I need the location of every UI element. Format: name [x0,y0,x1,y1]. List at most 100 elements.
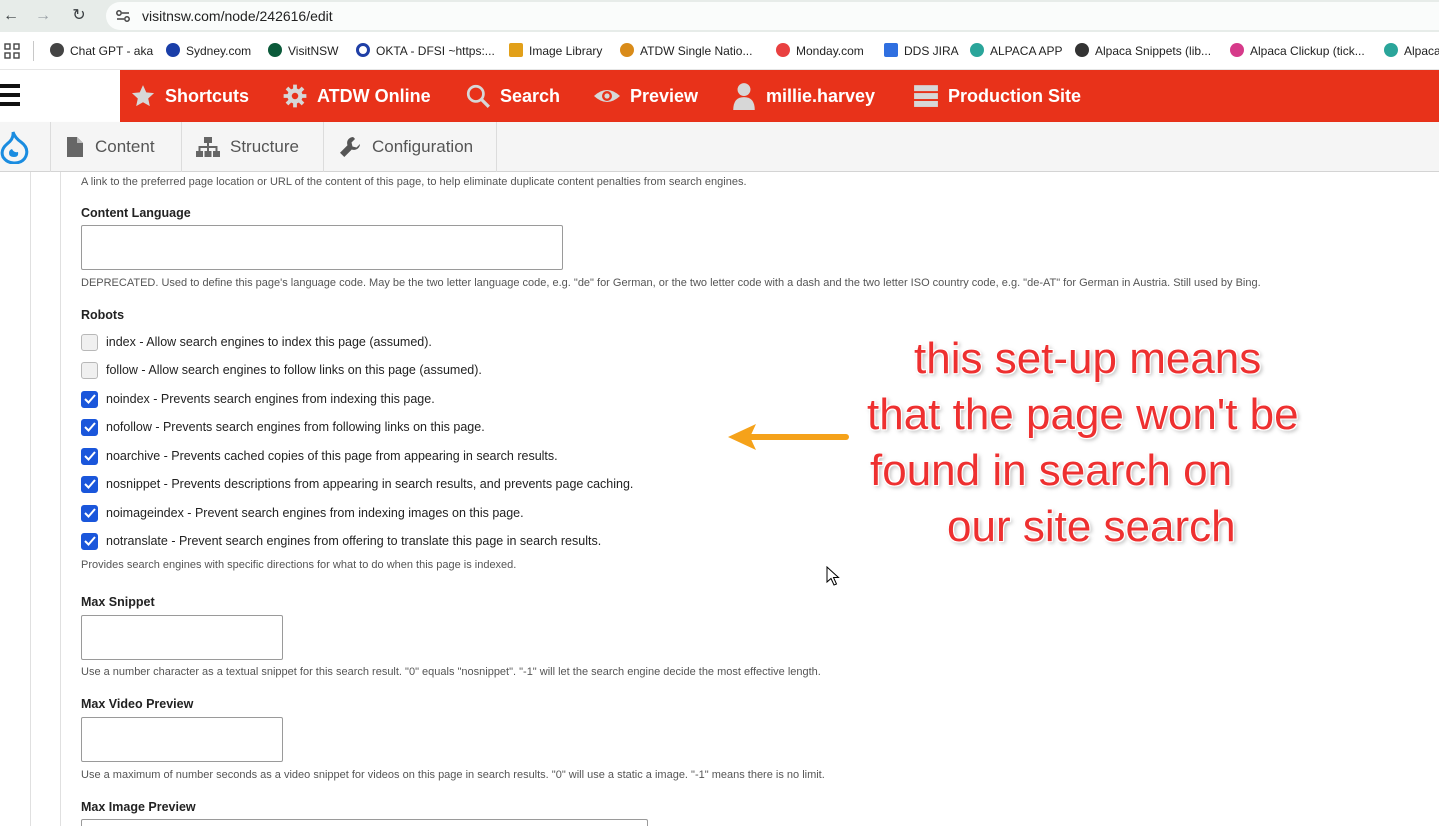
tab-structure[interactable]: Structure [181,122,323,172]
bookmark-label: OKTA - DFSI ~https:... [376,44,495,58]
bookmark-alpaca-clickup[interactable]: Alpaca Clickup (tick... [1230,42,1365,60]
alpaca-favicon-icon [1384,43,1398,57]
toolbar-user[interactable]: millie.harvey [731,70,875,122]
admin-toolbar: Shortcuts ATDW Online Search Preview mil… [120,70,1439,122]
reload-icon[interactable]: ↻ [68,5,90,27]
bookmark-alpaca-snippets[interactable]: Alpaca Snippets (lib... [1075,42,1211,60]
max-image-preview-select[interactable] [81,819,648,826]
fieldset-border-outer [30,172,31,826]
robots-option-nosnippet[interactable]: nosnippet - Prevents descriptions from a… [81,475,633,493]
bookmark-label: VisitNSW [288,44,339,58]
robots-option-nofollow[interactable]: nofollow - Prevents search engines from … [81,418,485,436]
sitemap-icon [196,137,220,157]
robots-option-follow[interactable]: follow - Allow search engines to follow … [81,361,482,379]
bookmarks-divider [33,41,34,61]
bookmark-label: Monday.com [796,44,864,58]
checkbox-unchecked[interactable] [81,361,98,379]
bookmark-alpaca-app[interactable]: ALPACA APP [970,42,1063,60]
max-video-preview-input[interactable] [81,717,283,762]
visitnsw-favicon-icon [268,43,282,57]
checkbox-checked[interactable] [81,504,98,522]
tab-content[interactable]: Content [50,122,181,172]
gear-icon [283,84,307,108]
robots-option-noarchive[interactable]: noarchive - Prevents cached copies of th… [81,447,558,465]
toolbar-manage-toggle[interactable] [0,70,120,122]
bookmark-sydney[interactable]: Sydney.com [166,42,251,60]
image-library-favicon-icon [509,43,523,57]
robots-option-noimageindex[interactable]: noimageindex - Prevent search engines fr… [81,504,524,522]
annotation-line-1: this set-up means [914,334,1262,383]
canonical-url-description: A link to the preferred page location or… [81,176,747,188]
atdw-favicon-icon [620,43,634,57]
checkbox-unchecked[interactable] [81,333,98,351]
bookmark-chatgpt[interactable]: Chat GPT - aka [50,42,153,60]
robots-option-noindex[interactable]: noindex - Prevents search engines from i… [81,390,435,408]
forward-icon[interactable]: → [32,5,54,27]
checkbox-checked[interactable] [81,475,98,493]
toolbar-preview[interactable]: Preview [593,70,698,122]
tab-label: Configuration [372,137,474,156]
bookmark-atdw[interactable]: ATDW Single Natio... [620,42,752,60]
alpaca-favicon-icon [970,43,984,57]
robots-option-label: follow - Allow search engines to follow … [106,363,482,377]
bookmark-label: DDS JIRA [904,44,959,58]
toolbar-item-label: Preview [630,85,699,106]
content-language-input[interactable] [81,225,563,270]
bookmark-alpaca[interactable]: Alpaca [1384,42,1439,60]
star-icon [131,85,155,107]
robots-option-index[interactable]: index - Allow search engines to index th… [81,333,432,351]
robots-label: Robots [81,308,125,322]
bookmark-dds-jira[interactable]: DDS JIRA [884,42,959,60]
page-icon [67,137,83,157]
robots-option-label: noimageindex - Prevent search engines fr… [106,506,524,520]
bookmark-monday[interactable]: Monday.com [776,42,864,60]
checkmark-icon [83,422,96,432]
bookmark-label: ALPACA APP [990,44,1063,58]
fieldset-border-inner [60,172,61,826]
chatgpt-favicon-icon [50,43,64,57]
user-icon [733,83,755,110]
toolbar-item-label: Production Site [948,85,1082,106]
checkbox-checked[interactable] [81,447,98,465]
url-text[interactable]: visitnsw.com/node/242616/edit [142,8,333,24]
bookmark-image-library[interactable]: Image Library [509,42,602,60]
url-omnibox[interactable]: visitnsw.com/node/242616/edit [106,2,1439,30]
hamburger-menu-icon[interactable] [0,84,20,106]
robots-option-notranslate[interactable]: notranslate - Prevent search engines fro… [81,532,601,550]
apps-grid-icon[interactable] [4,43,20,59]
bookmark-label: Image Library [529,44,603,58]
robots-option-label: notranslate - Prevent search engines fro… [106,534,602,548]
bookmark-label: ATDW Single Natio... [640,44,753,58]
back-icon[interactable]: ← [0,5,22,27]
robots-option-label: noindex - Prevents search engines from i… [106,392,435,406]
toolbar-search[interactable]: Search [465,70,560,122]
toolbar-item-label: Search [500,85,561,106]
clickup-favicon-icon [1230,43,1244,57]
checkmark-icon [83,508,96,518]
robots-description: Provides search engines with specific di… [81,559,517,571]
content-language-description: DEPRECATED. Used to define this page's l… [81,277,1261,289]
mouse-pointer-icon [826,566,840,586]
max-snippet-input[interactable] [81,615,283,660]
tab-configuration[interactable]: Configuration [323,122,497,172]
toolbar-atdw-online[interactable]: ATDW Online [282,70,431,122]
checkbox-checked[interactable] [81,532,98,550]
robots-option-label: index - Allow search engines to index th… [106,335,432,349]
browser-address-bar: ← → ↻ visitnsw.com/node/242616/edit [0,0,1439,32]
site-settings-icon[interactable] [114,7,132,25]
bookmark-okta[interactable]: OKTA - DFSI ~https:... [356,42,495,60]
checkbox-checked[interactable] [81,418,98,436]
bookmark-label: Alpaca [1404,44,1439,58]
toolbar-production-site[interactable]: Production Site [913,70,1081,122]
checkmark-icon [83,536,96,546]
annotation-line-3: found in search on [870,446,1233,495]
bookmark-visitnsw[interactable]: VisitNSW [268,42,338,60]
jira-favicon-icon [884,43,898,57]
annotation-arrow-icon [728,424,849,450]
drupal-logo-icon[interactable] [0,130,30,164]
max-video-preview-description: Use a maximum of number seconds as a vid… [81,769,825,781]
checkbox-checked[interactable] [81,390,98,408]
toolbar-shortcuts[interactable]: Shortcuts [130,70,249,122]
node-edit-form: A link to the preferred page location or… [0,172,1439,826]
search-icon [466,84,490,108]
